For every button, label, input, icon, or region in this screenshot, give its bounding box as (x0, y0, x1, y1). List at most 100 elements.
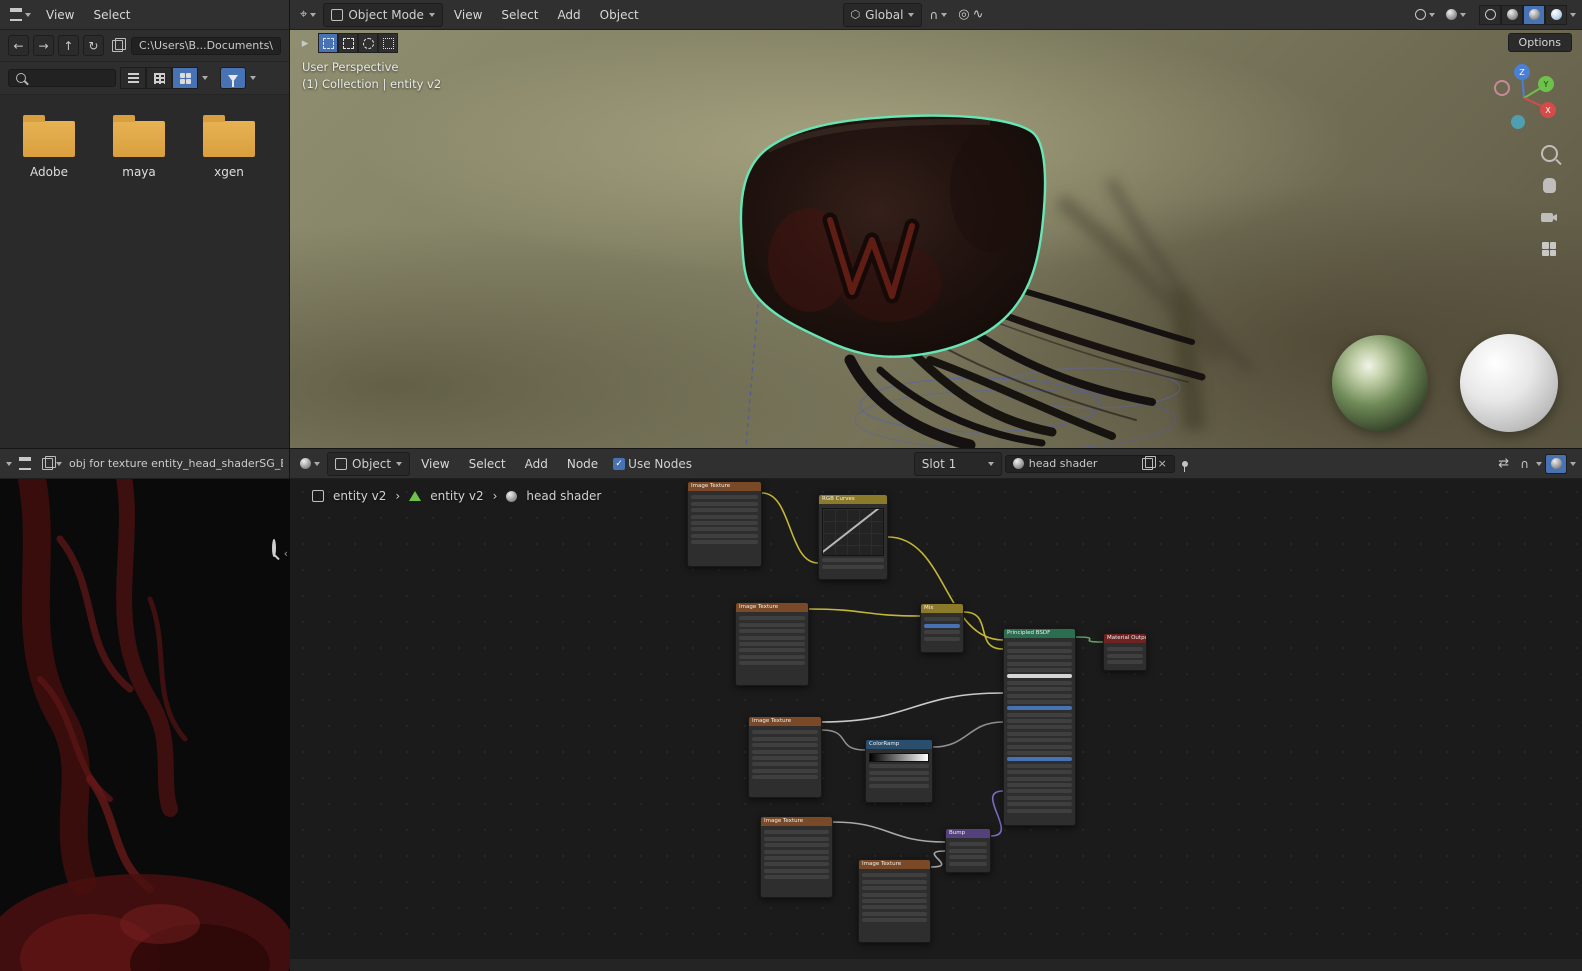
navigation-gizmo[interactable]: Z Y X (1488, 60, 1560, 136)
curve-widget[interactable] (822, 508, 884, 556)
image-editor-menu-button[interactable] (15, 455, 35, 472)
filter-funnel-icon (228, 74, 238, 87)
search-input[interactable] (8, 69, 116, 87)
region-collapse-arrow[interactable]: ‹ (284, 547, 288, 560)
shader-node-material-output[interactable]: Material Output (1103, 633, 1147, 671)
shader-type-select[interactable]: Object (327, 451, 411, 476)
color-ramp-widget[interactable] (869, 753, 929, 762)
filter-options-chevron[interactable] (250, 76, 256, 80)
camera-view-button[interactable] (1538, 206, 1560, 228)
pan-tool-button[interactable] (1538, 174, 1560, 196)
shader-node-image-texture-4[interactable]: Image Texture (760, 816, 833, 898)
copy-material-icon[interactable] (1141, 455, 1156, 470)
toolbar-expand-button[interactable]: ▸ (296, 34, 314, 52)
material-datablock-field[interactable]: head shader × (1004, 454, 1175, 473)
node-header: ColorRamp (866, 740, 932, 749)
image-select-button[interactable] (38, 455, 66, 472)
overlay-options-chevron[interactable] (1570, 461, 1576, 466)
menu-select[interactable]: Select (461, 454, 514, 474)
shader-node-image-texture-5[interactable]: Image Texture (858, 859, 931, 943)
filter-button[interactable] (220, 67, 246, 89)
display-horizontal-list-button[interactable] (146, 67, 172, 89)
node-row (862, 898, 927, 903)
breadcrumb-mesh[interactable]: entity v2 (430, 489, 483, 503)
select-lasso-button[interactable] (378, 33, 398, 53)
node-row (1007, 661, 1072, 666)
menu-select[interactable]: Select (493, 5, 546, 25)
shader-node-image-texture-2[interactable]: Image Texture (735, 602, 809, 686)
options-button[interactable]: Options (1507, 33, 1572, 52)
menu-object[interactable]: Object (592, 5, 647, 25)
image-zoom-button[interactable] (272, 539, 276, 557)
use-nodes-checkbox[interactable]: ✓ Use Nodes (609, 455, 696, 473)
display-vertical-list-button[interactable] (120, 67, 146, 89)
snap-node-toggle[interactable]: ⇄ (1494, 455, 1513, 472)
shader-node-principled-bsdf[interactable]: Principled BSDF (1003, 628, 1076, 826)
editor-type-button[interactable]: ⌖ (296, 6, 320, 23)
unlink-material-icon[interactable]: × (1158, 457, 1167, 470)
refresh-button[interactable]: ↻ (82, 35, 104, 56)
shader-node-image-texture-3[interactable]: Image Texture (748, 716, 822, 798)
node-row (691, 527, 758, 532)
shader-node-bump[interactable]: Bump (945, 828, 991, 873)
node-body (749, 726, 821, 784)
menu-view[interactable]: View (38, 5, 82, 25)
orthographic-toggle-button[interactable] (1538, 238, 1560, 260)
shading-solid-button[interactable] (1501, 4, 1523, 25)
select-box-button[interactable] (338, 33, 358, 53)
folder-item-adobe[interactable]: Adobe (14, 113, 84, 179)
create-directory-button[interactable] (108, 37, 127, 54)
show-gizmo-toggle[interactable] (1411, 7, 1439, 22)
editor-type-button[interactable] (296, 456, 324, 471)
breadcrumb-material[interactable]: head shader (526, 489, 601, 503)
snap-options-chevron[interactable] (1536, 461, 1542, 466)
shader-node-mix[interactable]: Mix (920, 603, 964, 653)
overlay-toggle-button[interactable] (1545, 453, 1567, 474)
editor-type-button[interactable] (6, 6, 35, 23)
node-header: Image Texture (736, 603, 808, 612)
menu-add[interactable]: Add (549, 5, 588, 25)
editor-corner-chevron[interactable] (6, 461, 12, 466)
forward-button[interactable]: → (32, 35, 54, 56)
shader-node-image-texture-1[interactable]: Image Texture (687, 481, 762, 567)
menu-add[interactable]: Add (517, 454, 556, 474)
shading-options-chevron[interactable] (1570, 12, 1576, 17)
shading-rendered-button[interactable] (1545, 4, 1567, 25)
select-circle-button[interactable] (358, 33, 378, 53)
mode-select[interactable]: Object Mode (323, 2, 443, 27)
overlays-toggle[interactable] (1442, 7, 1470, 22)
up-button[interactable]: ↑ (57, 35, 79, 56)
node-magnet-toggle[interactable]: ∩ (1516, 456, 1533, 472)
orientation-label: Global (865, 7, 904, 22)
menu-view[interactable]: View (413, 454, 457, 474)
shading-material-button[interactable] (1523, 4, 1545, 25)
zoom-tool-button[interactable] (1538, 142, 1560, 164)
breadcrumb-object[interactable]: entity v2 (333, 489, 386, 503)
menu-select[interactable]: Select (85, 5, 138, 25)
shading-wireframe-button[interactable] (1479, 4, 1501, 25)
viewport-editor-icon: ⌖ (300, 7, 308, 22)
shader-node-color-ramp[interactable]: ColorRamp (865, 739, 933, 803)
lasso-select-icon (382, 37, 394, 49)
back-button[interactable]: ← (8, 35, 29, 56)
menu-view[interactable]: View (446, 5, 490, 25)
snap-toggle[interactable]: ∩ (925, 7, 951, 23)
folder-item-xgen[interactable]: xgen (194, 113, 264, 179)
node-canvas[interactable]: Image Texture RGB Curves Image Texture Mix P… (290, 479, 1582, 958)
transform-orientation-select[interactable]: ⬡ Global (842, 2, 923, 27)
display-options-chevron[interactable] (202, 76, 208, 80)
shader-node-rgb-curves[interactable]: RGB Curves (818, 494, 888, 580)
path-field[interactable]: C:\Users\B...Documents\ (130, 36, 281, 55)
slot-select[interactable]: Slot 1 (913, 451, 1002, 476)
file-browser-header: View Select (0, 0, 289, 30)
viewport-scene[interactable]: User Perspective (1) Collection | entity… (290, 30, 1582, 448)
node-row (739, 622, 805, 627)
menu-node[interactable]: Node (559, 454, 606, 474)
select-tweak-button[interactable] (318, 33, 338, 53)
proportional-edit-toggle[interactable]: ◎ ∿ (954, 6, 987, 23)
display-thumbnail-button[interactable] (172, 67, 198, 89)
node-body (761, 826, 832, 884)
folder-item-maya[interactable]: maya (104, 113, 174, 179)
image-editor-canvas[interactable]: ‹ (0, 451, 295, 971)
pin-button[interactable] (1178, 459, 1192, 472)
